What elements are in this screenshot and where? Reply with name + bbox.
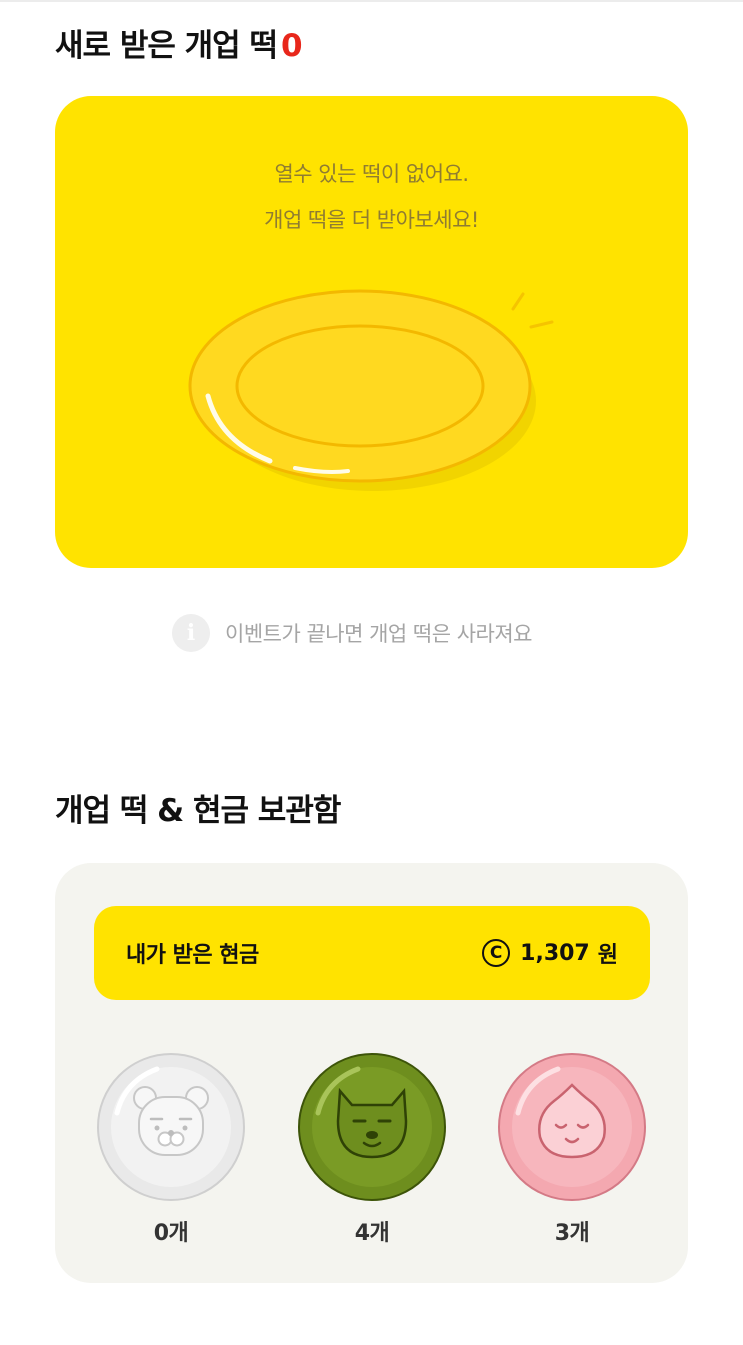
rice-cake-count: 3개 [554, 1221, 590, 1246]
info-icon: i [172, 614, 210, 652]
cash-card[interactable]: 내가 받은 현금 C 1,307 원 [94, 906, 650, 1000]
new-rice-cake-count: 0 [281, 28, 303, 64]
rice-cake-white[interactable]: 0개 [95, 1051, 247, 1247]
cash-amount-group: C 1,307 원 [482, 937, 618, 969]
event-notice: i 이벤트가 끝나면 개업 떡은 사라져요 [172, 614, 533, 652]
cash-label: 내가 받은 현금 [126, 943, 259, 968]
new-rice-cake-title: 새로 받은 개업 떡0 [55, 20, 303, 65]
rice-cake-count: 4개 [354, 1221, 390, 1246]
empty-plate-illustration [188, 289, 554, 491]
rice-cake-green[interactable]: 4개 [296, 1051, 448, 1247]
cash-unit: 원 [597, 943, 618, 968]
muzi-cat-rice-cake-icon [298, 1053, 446, 1201]
storage-box: 내가 받은 현금 C 1,307 원 0개 4개 3개 [55, 863, 688, 1283]
rice-cake-pink[interactable]: 3개 [496, 1051, 648, 1247]
storage-title: 개업 떡 & 현금 보관함 [55, 793, 341, 829]
rice-cake-count: 0개 [153, 1221, 189, 1246]
new-rice-cake-title-text: 새로 받은 개업 떡 [55, 28, 278, 64]
event-notice-text: 이벤트가 끝나면 개업 떡은 사라져요 [225, 622, 533, 646]
cash-amount: 1,307 [520, 940, 590, 966]
ryan-rice-cake-icon [97, 1053, 245, 1201]
apeach-rice-cake-icon [498, 1053, 646, 1201]
top-divider [0, 0, 743, 2]
coin-icon: C [482, 939, 511, 967]
empty-rice-cake-card[interactable]: 열수 있는 떡이 없어요. 개업 떡을 더 받아보세요! [55, 96, 688, 568]
